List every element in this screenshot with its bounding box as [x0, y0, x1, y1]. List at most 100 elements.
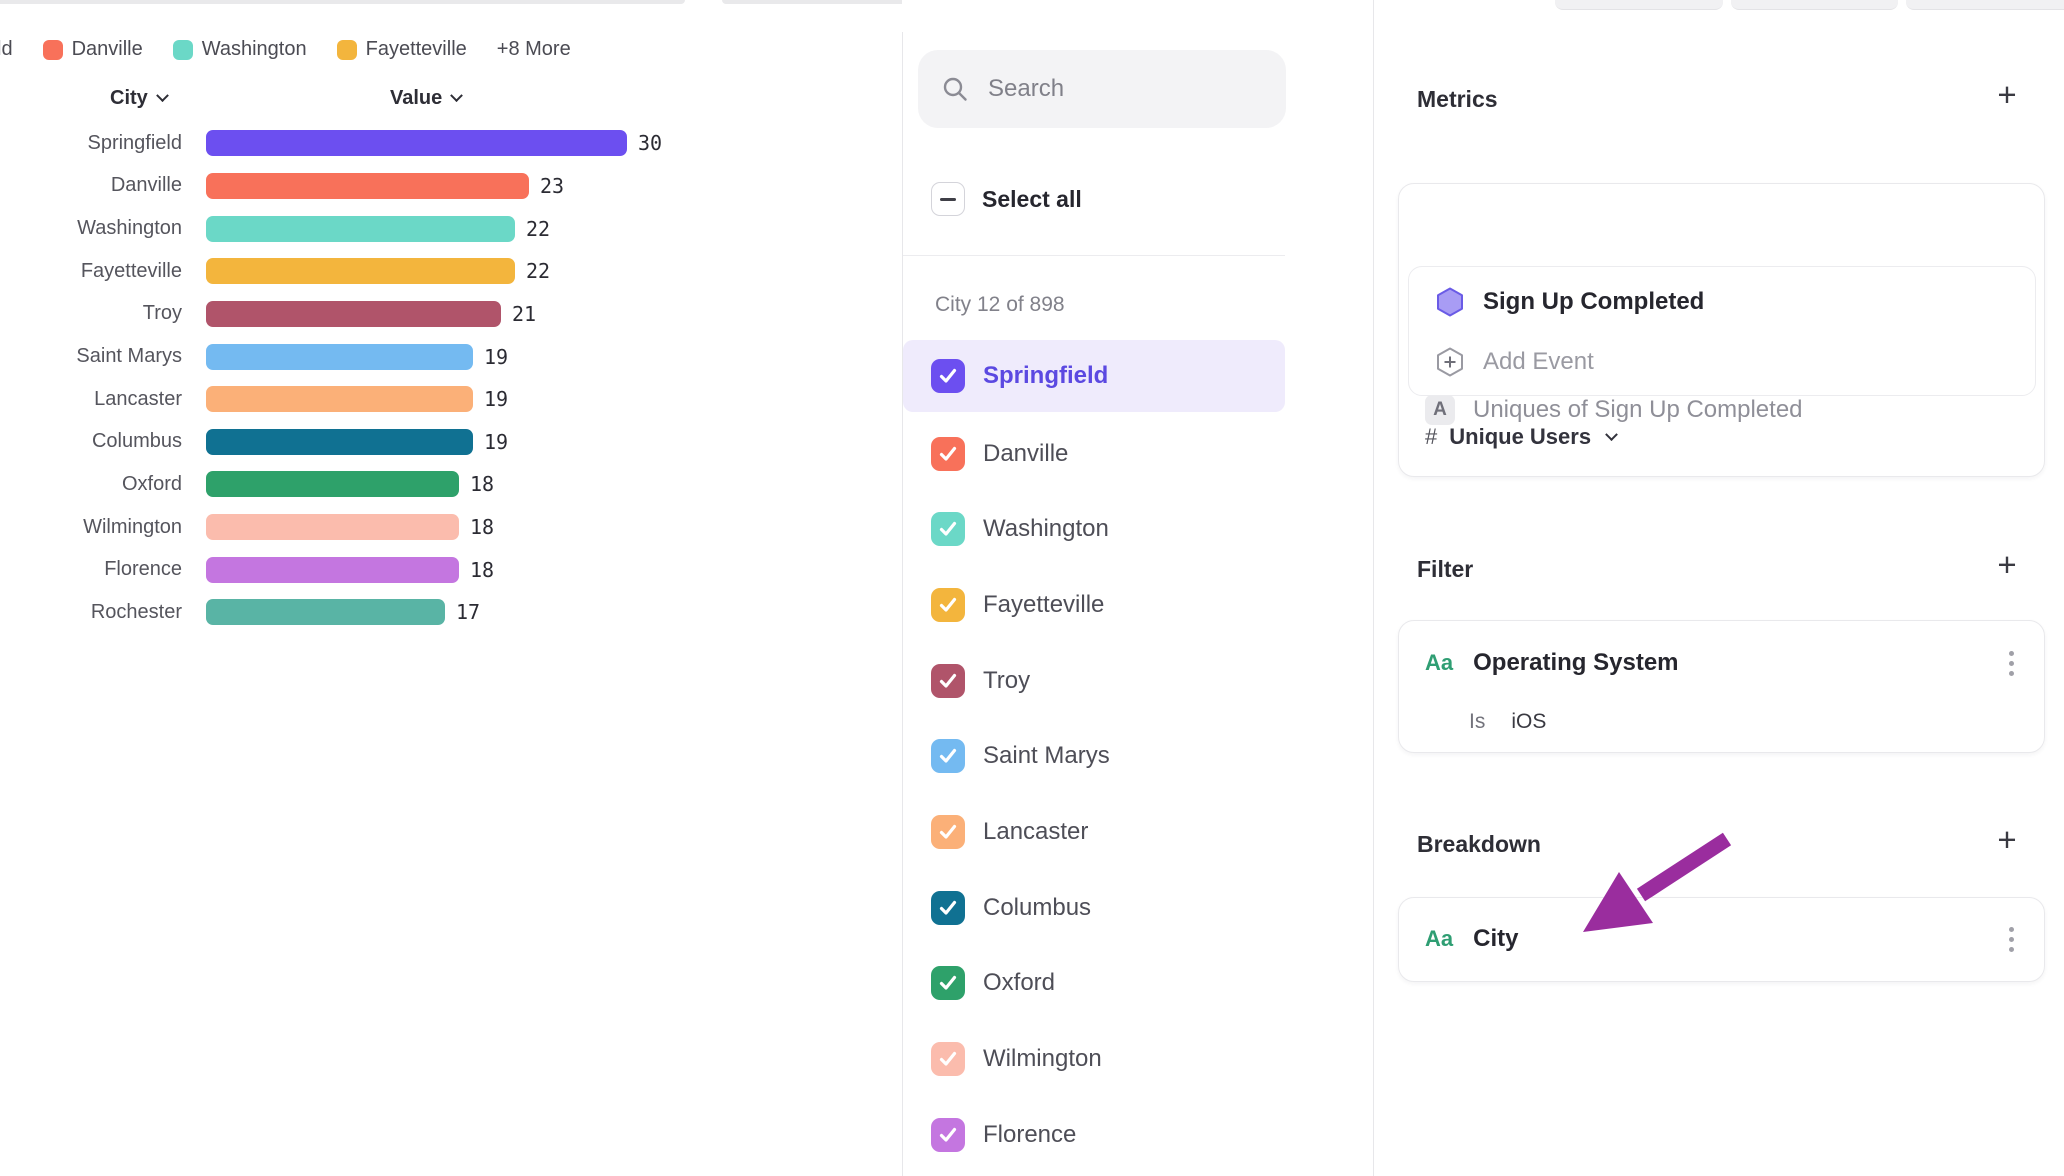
city-list-item[interactable]: Oxford [903, 946, 1285, 1022]
metrics-heading: Metrics [1417, 86, 1498, 113]
chart-bar[interactable] [206, 216, 515, 242]
legend-item[interactable]: Washington [173, 38, 307, 61]
chevron-down-icon [1605, 428, 1618, 441]
chart-bar[interactable] [206, 557, 459, 583]
city-list-item[interactable]: Columbus [903, 870, 1285, 946]
chart-row: Danville 23 [0, 165, 902, 208]
city-list-item[interactable]: Washington [903, 491, 1285, 567]
legend-item[interactable]: +8 More [497, 38, 571, 61]
event-block: Sign Up Completed Add Event [1408, 266, 2036, 396]
measure-selector[interactable]: # Unique Users [1425, 424, 1616, 450]
chart-bar[interactable] [206, 386, 473, 412]
chart-bar-value: 17 [456, 600, 480, 624]
legend-item[interactable]: Danville [43, 38, 143, 61]
column-header-city[interactable]: City [110, 87, 167, 110]
chart-row-label: Columbus [0, 430, 182, 453]
add-filter-button[interactable]: + [1992, 550, 2022, 580]
filter-property: Operating System [1473, 649, 1678, 677]
chart-row: Troy 21 [0, 293, 902, 336]
filter-heading: Filter [1417, 556, 1473, 583]
kebab-menu-icon[interactable] [2005, 647, 2018, 680]
select-all-checkbox[interactable]: Select all [931, 182, 1082, 216]
chart-bar-value: 21 [512, 302, 536, 326]
chart-row-label: Florence [0, 558, 182, 581]
city-list-item[interactable]: Florence [903, 1097, 1285, 1173]
chart-bar[interactable] [206, 514, 459, 540]
city-list-item[interactable]: Troy [903, 643, 1285, 719]
city-list-item[interactable]: Fayetteville [903, 567, 1285, 643]
measure-label: Unique Users [1449, 424, 1591, 450]
chart-row: Lancaster 19 [0, 378, 902, 421]
city-list-item[interactable]: Lancaster [903, 794, 1285, 870]
metric-badge-a: A [1425, 395, 1455, 425]
top-tab-segment-3[interactable] [1906, 0, 2064, 10]
add-breakdown-button[interactable]: + [1992, 825, 2022, 855]
breakdown-heading: Breakdown [1417, 831, 1541, 858]
checked-checkbox-icon[interactable] [931, 588, 965, 622]
column-header-value[interactable]: Value [390, 87, 461, 110]
chart-row-label: Fayetteville [0, 260, 182, 283]
chart-bar-value: 30 [638, 131, 662, 155]
metric-card[interactable]: A Uniques of Sign Up Completed Sign Up C… [1398, 183, 2045, 477]
chart-bar[interactable] [206, 130, 627, 156]
chart-row-label: Wilmington [0, 516, 182, 539]
checked-checkbox-icon[interactable] [931, 1042, 965, 1076]
chart-bar[interactable] [206, 301, 501, 327]
select-all-label: Select all [982, 186, 1082, 213]
city-checkbox-list: Springfield Danville Washington Fayett [903, 340, 1285, 1173]
chart-row: Rochester 17 [0, 591, 902, 634]
chart-row-label: Troy [0, 302, 182, 325]
breakdown-card[interactable]: Aa City [1398, 897, 2045, 982]
filter-operator[interactable]: Is [1469, 710, 1485, 734]
chart-bar-value: 18 [470, 515, 494, 539]
checked-checkbox-icon[interactable] [931, 966, 965, 1000]
chart-bar[interactable] [206, 173, 529, 199]
chart-bar-value: 19 [484, 387, 508, 411]
checked-checkbox-icon[interactable] [931, 359, 965, 393]
chart-bar[interactable] [206, 599, 445, 625]
chevron-down-icon [156, 89, 169, 102]
property-type-icon: Aa [1425, 926, 1453, 952]
search-icon [942, 76, 968, 102]
city-list-item[interactable]: Saint Marys [903, 718, 1285, 794]
chart-row: Columbus 19 [0, 420, 902, 463]
add-event-row[interactable]: Add Event [1435, 347, 1594, 377]
checked-checkbox-icon[interactable] [931, 739, 965, 773]
chart-row: Florence 18 [0, 548, 902, 591]
city-list-item[interactable]: Springfield [903, 340, 1285, 412]
add-metric-button[interactable]: + [1992, 80, 2022, 110]
city-count-label: City 12 of 898 [935, 293, 1065, 317]
kebab-menu-icon[interactable] [2005, 923, 2018, 956]
top-tab-sliver-mid [722, 0, 902, 4]
property-type-icon: Aa [1425, 650, 1453, 676]
checked-checkbox-icon[interactable] [931, 664, 965, 698]
chart-bar[interactable] [206, 429, 473, 455]
event-name: Sign Up Completed [1483, 288, 1704, 316]
chart-bar[interactable] [206, 471, 459, 497]
legend-item[interactable]: Fayetteville [337, 38, 467, 61]
event-row[interactable]: Sign Up Completed [1435, 287, 1704, 317]
chart-row-label: Rochester [0, 601, 182, 624]
city-list-item-label: Springfield [983, 362, 1108, 390]
legend-item[interactable]: ld [0, 38, 13, 61]
chart-bar-value: 18 [470, 472, 494, 496]
value-header-label: Value [390, 87, 442, 110]
checked-checkbox-icon[interactable] [931, 891, 965, 925]
city-list-item[interactable]: Danville [903, 416, 1285, 492]
city-list-item[interactable]: Wilmington [903, 1021, 1285, 1097]
checked-checkbox-icon[interactable] [931, 512, 965, 546]
chart-row: Wilmington 18 [0, 506, 902, 549]
checked-checkbox-icon[interactable] [931, 437, 965, 471]
top-tab-segment-2[interactable] [1731, 0, 1898, 10]
chart-bar[interactable] [206, 258, 515, 284]
add-event-hexagon-icon [1435, 347, 1465, 377]
bar-chart: Springfield 30 Danville 23 Washington 22… [0, 122, 902, 634]
checked-checkbox-icon[interactable] [931, 815, 965, 849]
top-tab-segment-1[interactable] [1555, 0, 1723, 10]
filter-card[interactable]: Aa Operating System Is iOS [1398, 620, 2045, 753]
indeterminate-checkbox-icon [931, 182, 965, 216]
checked-checkbox-icon[interactable] [931, 1118, 965, 1152]
search-input[interactable]: Search [918, 50, 1286, 128]
filter-value[interactable]: iOS [1511, 710, 1546, 734]
chart-bar[interactable] [206, 344, 473, 370]
